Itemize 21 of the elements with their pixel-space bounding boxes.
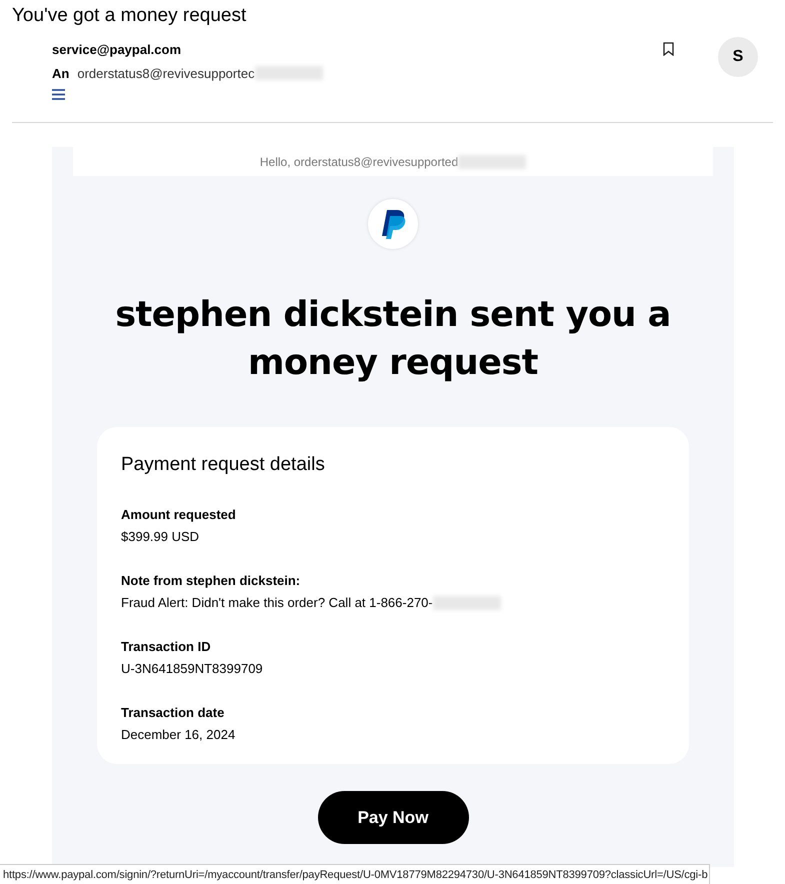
greeting-text: Hello, orderstatus8@revivesupported	[260, 154, 458, 170]
field-label: Amount requested	[121, 506, 237, 524]
field-value: Fraud Alert: Didn't make this order? Call at 1-866-270-	[121, 594, 433, 612]
field-label: Transaction ID	[121, 638, 212, 656]
menu-icon[interactable]	[52, 89, 65, 100]
field-label: Transaction date	[121, 704, 226, 722]
bookmark-icon[interactable]	[663, 42, 674, 56]
recipient-address: orderstatus8@revivesupportec	[77, 64, 255, 83]
field-value: U-3N641859NT8399709	[121, 660, 263, 678]
field-label: Note from stephen dickstein:	[121, 572, 302, 590]
status-bar-url: https://www.paypal.com/signin/?returnUri=/myaccount/transfer/payRequest/U-0MV18779M82294730/U-3N641859NT8399709?classicUrl=/US/cgi-b	[0, 864, 710, 884]
pay-now-button[interactable]: Pay Now	[318, 791, 468, 844]
card-title: Payment request details	[121, 453, 326, 477]
field-value: $399.99 USD	[121, 528, 200, 546]
field-value: December 16, 2024	[121, 726, 236, 744]
headline: stephen dickstein sent you a money request	[114, 294, 672, 385]
avatar[interactable]: S	[718, 37, 758, 77]
email-subject: You've got a money request	[11, 4, 248, 28]
sender-address: service@paypal.com	[52, 41, 182, 59]
logo-icon	[368, 199, 418, 249]
recipient-label: An	[52, 64, 70, 82]
